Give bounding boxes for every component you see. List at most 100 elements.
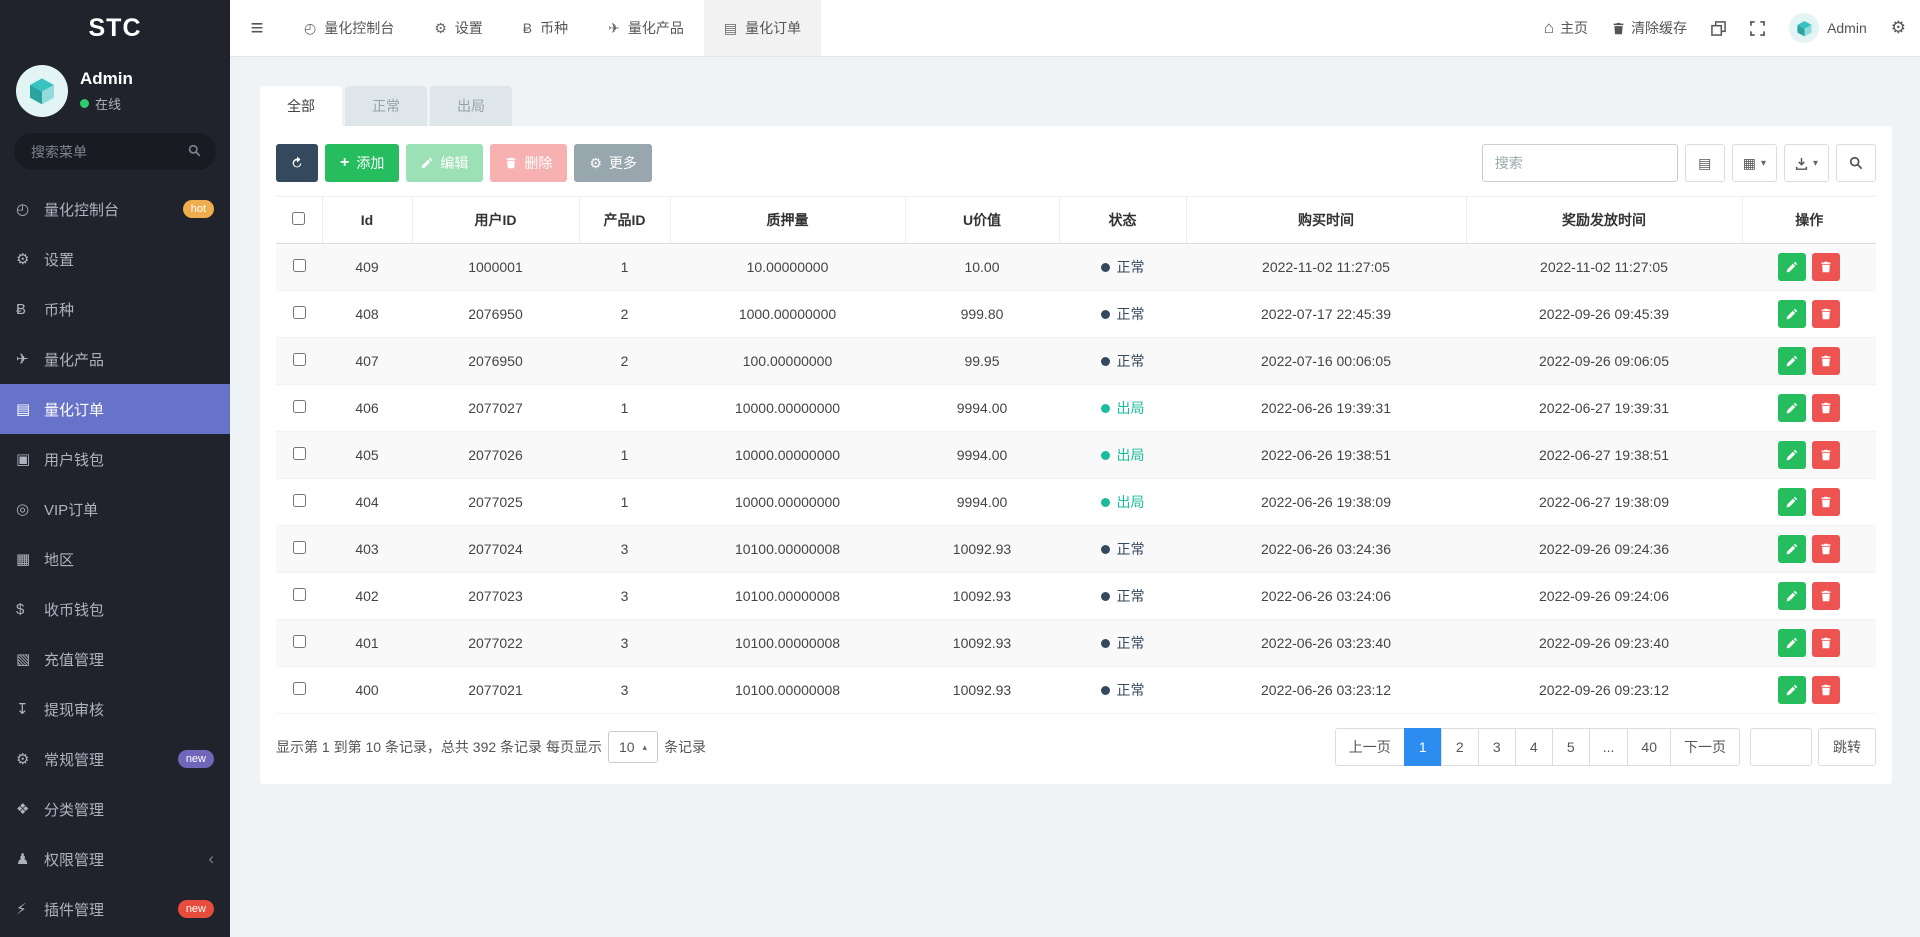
row-delete-button[interactable] <box>1812 300 1840 328</box>
sidebar-item-coins[interactable]: Ƀ 币种 <box>0 284 230 334</box>
edit-button[interactable]: 编辑 <box>406 144 484 182</box>
sidebar-item-plugin-mgmt[interactable]: ⚡ 插件管理 new <box>0 884 230 934</box>
sidebar-item-recharge[interactable]: ▧ 充值管理 <box>0 634 230 684</box>
cell-buy-time: 2022-06-26 03:24:36 <box>1186 525 1466 573</box>
row-edit-button[interactable] <box>1778 629 1806 657</box>
delete-button[interactable]: 删除 <box>490 144 568 182</box>
column-header-buy-time[interactable]: 购买时间 <box>1185 196 1466 244</box>
page-button-2[interactable]: 2 <box>1440 728 1479 766</box>
column-header-u-value[interactable]: U价值 <box>904 196 1059 244</box>
filter-tab-all[interactable]: 全部 <box>260 86 342 126</box>
row-checkbox[interactable] <box>292 447 306 460</box>
page-next-button[interactable]: 下一页 <box>1670 728 1740 766</box>
sidebar-item-quant-products[interactable]: ✈ 量化产品 <box>0 334 230 384</box>
row-edit-button[interactable] <box>1778 300 1806 328</box>
row-checkbox[interactable] <box>292 541 306 554</box>
page-button-4[interactable]: 4 <box>1514 728 1553 766</box>
row-edit-button[interactable] <box>1778 488 1806 516</box>
status-label: 出局 <box>1116 447 1145 463</box>
sidebar-item-settings[interactable]: ⚙ 设置 <box>0 234 230 284</box>
sidebar-item-coin-wallet[interactable]: $ 收币钱包 <box>0 584 230 634</box>
sidebar-item-quant-orders[interactable]: ▤ 量化订单 <box>0 384 230 434</box>
top-tab-quant-console[interactable]: ◴ 量化控制台 <box>284 0 414 56</box>
row-edit-button[interactable] <box>1778 535 1806 563</box>
top-tab-coins[interactable]: Ƀ 币种 <box>503 0 588 56</box>
toggle-view-button[interactable]: ▤ <box>1684 144 1725 182</box>
row-delete-button[interactable] <box>1812 535 1840 563</box>
top-tab-settings[interactable]: ⚙ 设置 <box>414 0 503 56</box>
user-menu[interactable]: Admin <box>1789 13 1867 43</box>
table-search-input[interactable] <box>1481 144 1678 182</box>
row-delete-button[interactable] <box>1812 629 1840 657</box>
sidebar-item-permission-mgmt[interactable]: ♟ 权限管理 ‹ <box>0 834 230 884</box>
column-header-user-id[interactable]: 用户ID <box>411 196 579 244</box>
cell-product-id: 3 <box>579 666 670 714</box>
sidebar-item-user-wallet[interactable]: ▣ 用户钱包 <box>0 434 230 484</box>
row-delete-button[interactable] <box>1812 582 1840 610</box>
column-header-product-id[interactable]: 产品ID <box>578 196 670 244</box>
advanced-search-button[interactable] <box>1836 144 1876 182</box>
row-delete-button[interactable] <box>1812 253 1840 281</box>
row-edit-button[interactable] <box>1778 253 1806 281</box>
pencil-icon <box>1786 637 1798 649</box>
top-tab-quant-orders[interactable]: ▤ 量化订单 <box>703 0 822 56</box>
row-edit-button[interactable] <box>1778 441 1806 469</box>
column-header-reward-time[interactable]: 奖励发放时间 <box>1465 196 1742 244</box>
page-size-select[interactable]: 10 ▴ <box>607 731 659 763</box>
row-delete-button[interactable] <box>1812 441 1840 469</box>
select-all-checkbox[interactable] <box>292 212 306 225</box>
row-delete-button[interactable] <box>1812 676 1840 704</box>
hamburger-icon[interactable]: ≡ <box>230 0 284 56</box>
fullscreen-icon[interactable] <box>1750 20 1765 36</box>
column-header-id[interactable]: Id <box>321 196 412 244</box>
trash-icon <box>1821 496 1831 508</box>
refresh-button[interactable] <box>276 144 318 182</box>
top-tab-label: 量化产品 <box>627 20 684 36</box>
row-delete-button[interactable] <box>1812 488 1840 516</box>
row-checkbox[interactable] <box>292 682 306 695</box>
row-edit-button[interactable] <box>1778 582 1806 610</box>
jump-page-input[interactable] <box>1750 728 1812 766</box>
row-edit-button[interactable] <box>1778 347 1806 375</box>
menu-search-input[interactable] <box>14 133 216 170</box>
row-edit-button[interactable] <box>1778 394 1806 422</box>
page-button-3[interactable]: 3 <box>1477 728 1516 766</box>
column-header-status[interactable]: 状态 <box>1058 196 1186 244</box>
columns-button[interactable]: ▦ ▾ <box>1731 144 1777 182</box>
page-button-5[interactable]: 5 <box>1551 728 1590 766</box>
sidebar-item-quant-console[interactable]: ◴ 量化控制台 hot <box>0 184 230 234</box>
filter-tab-out[interactable]: 出局 <box>430 86 512 126</box>
sidebar-item-general-mgmt[interactable]: ⚙ 常规管理 new <box>0 734 230 784</box>
more-button[interactable]: ⚙ 更多 <box>574 144 652 182</box>
row-delete-button[interactable] <box>1812 394 1840 422</box>
cell-checkbox <box>276 666 322 714</box>
row-checkbox[interactable] <box>292 588 306 601</box>
add-button[interactable]: + 添加 <box>325 144 400 182</box>
row-checkbox[interactable] <box>292 353 306 366</box>
sidebar-item-region[interactable]: ▦ 地区 <box>0 534 230 584</box>
row-checkbox[interactable] <box>292 494 306 507</box>
row-checkbox[interactable] <box>292 400 306 413</box>
trash-icon <box>1612 22 1625 35</box>
jump-button[interactable]: 跳转 <box>1818 728 1876 766</box>
page-prev-button[interactable]: 上一页 <box>1334 728 1405 766</box>
filter-tab-normal[interactable]: 正常 <box>345 86 427 126</box>
sidebar-item-category-mgmt[interactable]: ❖ 分类管理 <box>0 784 230 834</box>
row-delete-button[interactable] <box>1812 347 1840 375</box>
row-checkbox[interactable] <box>292 635 306 648</box>
windows-icon[interactable] <box>1711 20 1726 36</box>
page-button-40[interactable]: 40 <box>1627 728 1671 766</box>
row-checkbox[interactable] <box>292 259 306 272</box>
export-button[interactable]: ▾ <box>1783 144 1829 182</box>
pencil-icon <box>1786 402 1798 414</box>
cell-reward-time: 2022-06-27 19:38:51 <box>1466 431 1742 479</box>
page-button-1[interactable]: 1 <box>1403 728 1442 766</box>
row-edit-button[interactable] <box>1778 676 1806 704</box>
home-link[interactable]: ⌂ 主页 <box>1544 18 1588 38</box>
row-checkbox[interactable] <box>292 306 306 319</box>
top-tab-quant-products[interactable]: ✈ 量化产品 <box>588 0 704 56</box>
sidebar-item-withdraw-audit[interactable]: ↧ 提现审核 <box>0 684 230 734</box>
clear-cache-link[interactable]: 清除缓存 <box>1612 18 1687 38</box>
column-header-pledge[interactable]: 质押量 <box>669 196 905 244</box>
sidebar-item-vip-orders[interactable]: ◎ VIP订单 <box>0 484 230 534</box>
